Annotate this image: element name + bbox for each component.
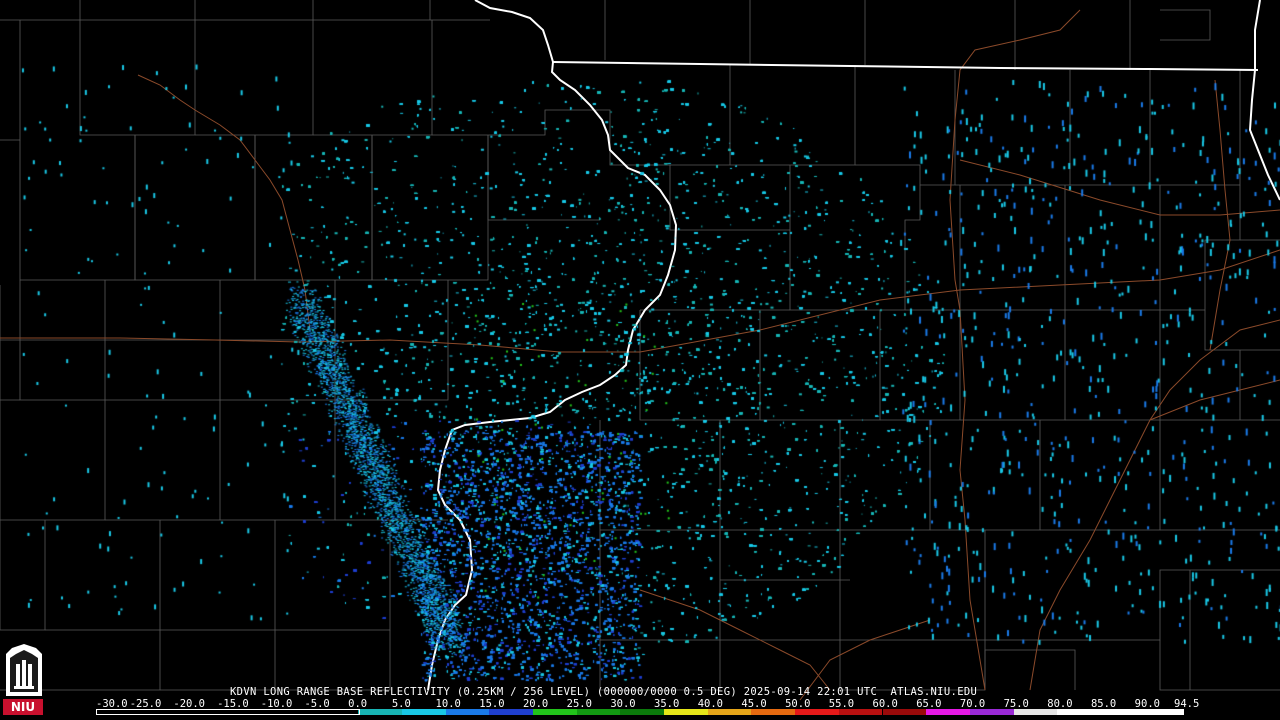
scale-band: [1057, 709, 1184, 715]
niu-logo-text: NIU: [3, 699, 43, 715]
radar-map-view: NIU KDVN LONG RANGE BASE REFLECTIVITY (0…: [0, 0, 1280, 720]
reflectivity-echoes: [0, 0, 1280, 720]
scale-band: [358, 709, 402, 715]
scale-band: [576, 709, 621, 715]
scale-band: [926, 709, 970, 715]
scale-band: [751, 709, 796, 715]
scale-band: [664, 709, 708, 715]
product-title: KDVN LONG RANGE BASE REFLECTIVITY (0.25K…: [230, 686, 978, 698]
scale-band: [620, 709, 665, 715]
scale-band: [707, 709, 752, 715]
color-scale-labels: -30.0 -25.0 -20.0 -15.0 -10.0 -5.0 0.0 5.0 10.0 1…: [96, 698, 1199, 710]
scale-band: [532, 709, 577, 715]
scale-band: [1013, 709, 1058, 715]
color-scale-bar: [96, 709, 1184, 715]
scale-band: [795, 709, 839, 715]
scale-band: [838, 709, 883, 715]
scale-band: [882, 709, 927, 715]
scale-band: [489, 709, 533, 715]
scale-band: [401, 709, 446, 715]
scale-band: [445, 709, 490, 715]
scale-outline: [96, 709, 361, 715]
scale-band: [969, 709, 1014, 715]
